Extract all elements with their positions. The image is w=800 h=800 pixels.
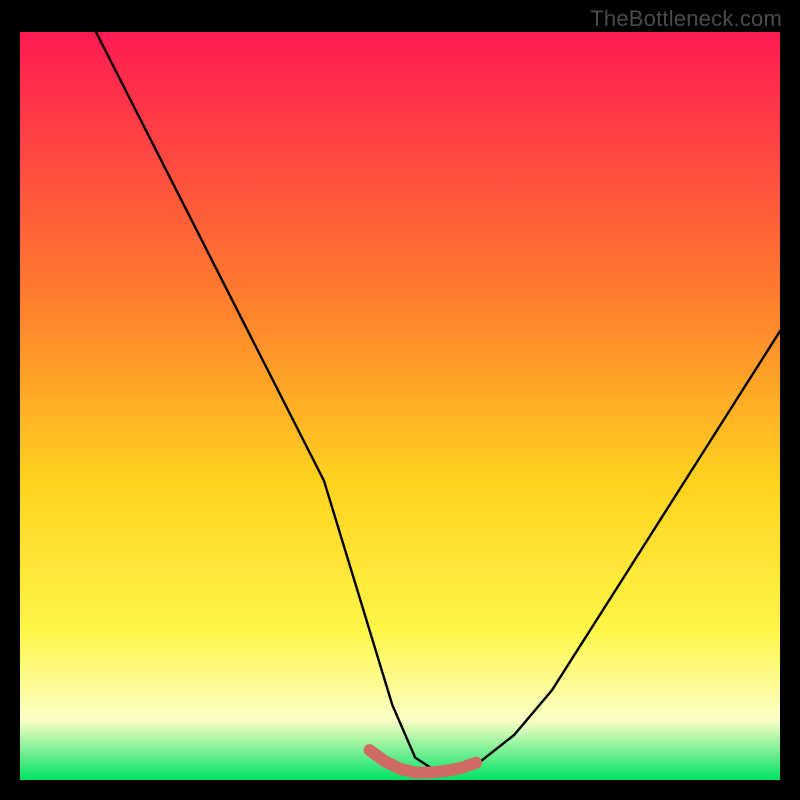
plot-area (20, 32, 780, 780)
chart-frame: TheBottleneck.com (0, 0, 800, 800)
bottleneck-chart (20, 32, 780, 780)
gradient-background (20, 32, 780, 780)
watermark-text: TheBottleneck.com (590, 6, 782, 32)
